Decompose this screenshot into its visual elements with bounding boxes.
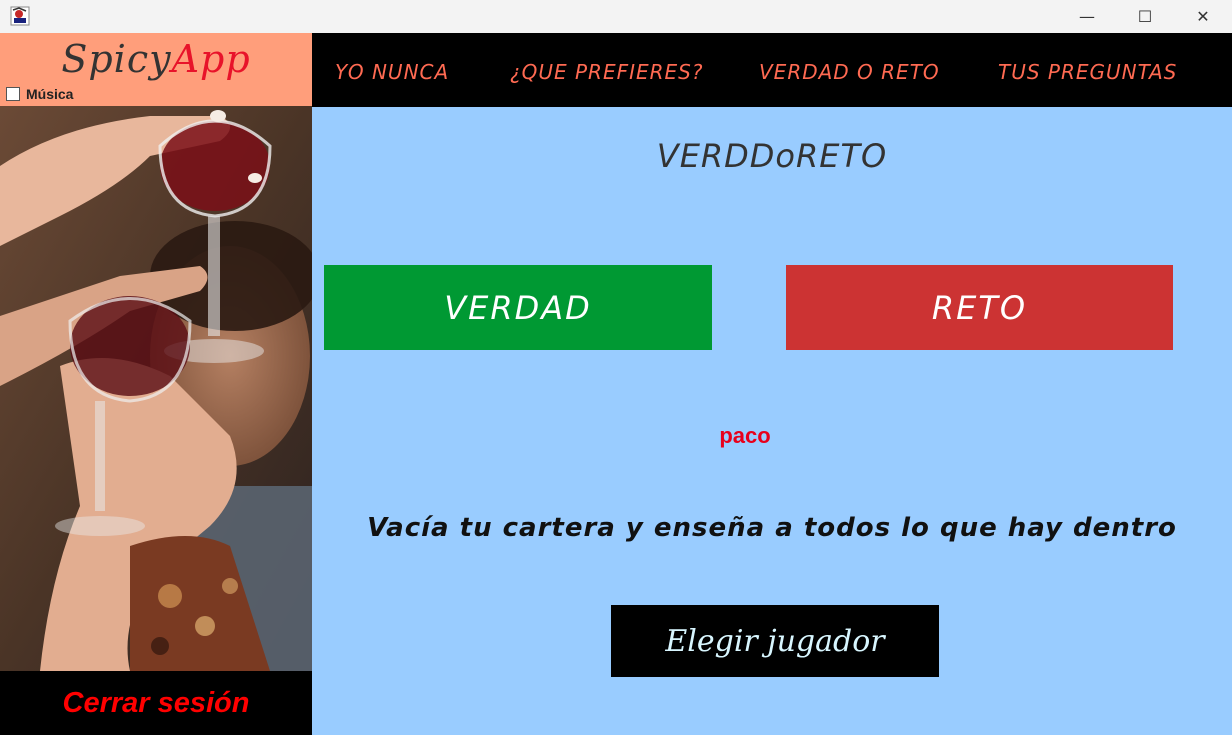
java-app-icon — [10, 6, 30, 26]
maximize-button[interactable]: ☐ — [1116, 0, 1174, 33]
window-title-bar: — ☐ ✕ — [0, 0, 1232, 33]
music-label: Música — [26, 86, 74, 102]
question-text: Vacía tu cartera y enseña a todos lo que… — [367, 513, 1177, 543]
nav-item-tus-preguntas[interactable]: TUS PREGUNTAS — [998, 33, 1177, 107]
app-logo: SpicyApp — [0, 37, 312, 81]
truth-button[interactable]: VERDAD — [324, 265, 712, 350]
current-player-name: paco — [719, 423, 771, 448]
minimize-button[interactable]: — — [1058, 0, 1116, 33]
nav-item-yo-nunca[interactable]: YO NUNCA — [335, 33, 449, 107]
music-checkbox[interactable] — [6, 87, 20, 101]
page-title: VERDDoRETO — [656, 137, 888, 175]
logout-area: Cerrar sesión — [0, 671, 312, 735]
logo-text-app: App — [171, 37, 251, 81]
dare-button[interactable]: RETO — [786, 265, 1173, 350]
choose-player-button[interactable]: Elegir jugador — [611, 605, 939, 677]
sidebar: SpicyApp Música Cerrar sesión — [0, 33, 312, 735]
music-toggle[interactable]: Música — [6, 86, 73, 102]
logout-button[interactable]: Cerrar sesión — [63, 687, 250, 720]
nav-item-que-prefieres[interactable]: ¿QUE PREFIERES? — [510, 33, 703, 107]
top-navigation: YO NUNCA ¿QUE PREFIERES? VERDAD O RETO T… — [312, 33, 1232, 107]
logo-text-spicy: Spicy — [61, 37, 172, 81]
friends-toasting-wine-glasses-photo — [0, 106, 312, 671]
nav-item-verdad-o-reto[interactable]: VERDAD O RETO — [759, 33, 940, 107]
logo-area: SpicyApp Música — [0, 33, 312, 106]
close-button[interactable]: ✕ — [1174, 0, 1232, 33]
main-content: VERDDoRETO VERDAD RETO paco Vacía tu car… — [312, 107, 1232, 735]
